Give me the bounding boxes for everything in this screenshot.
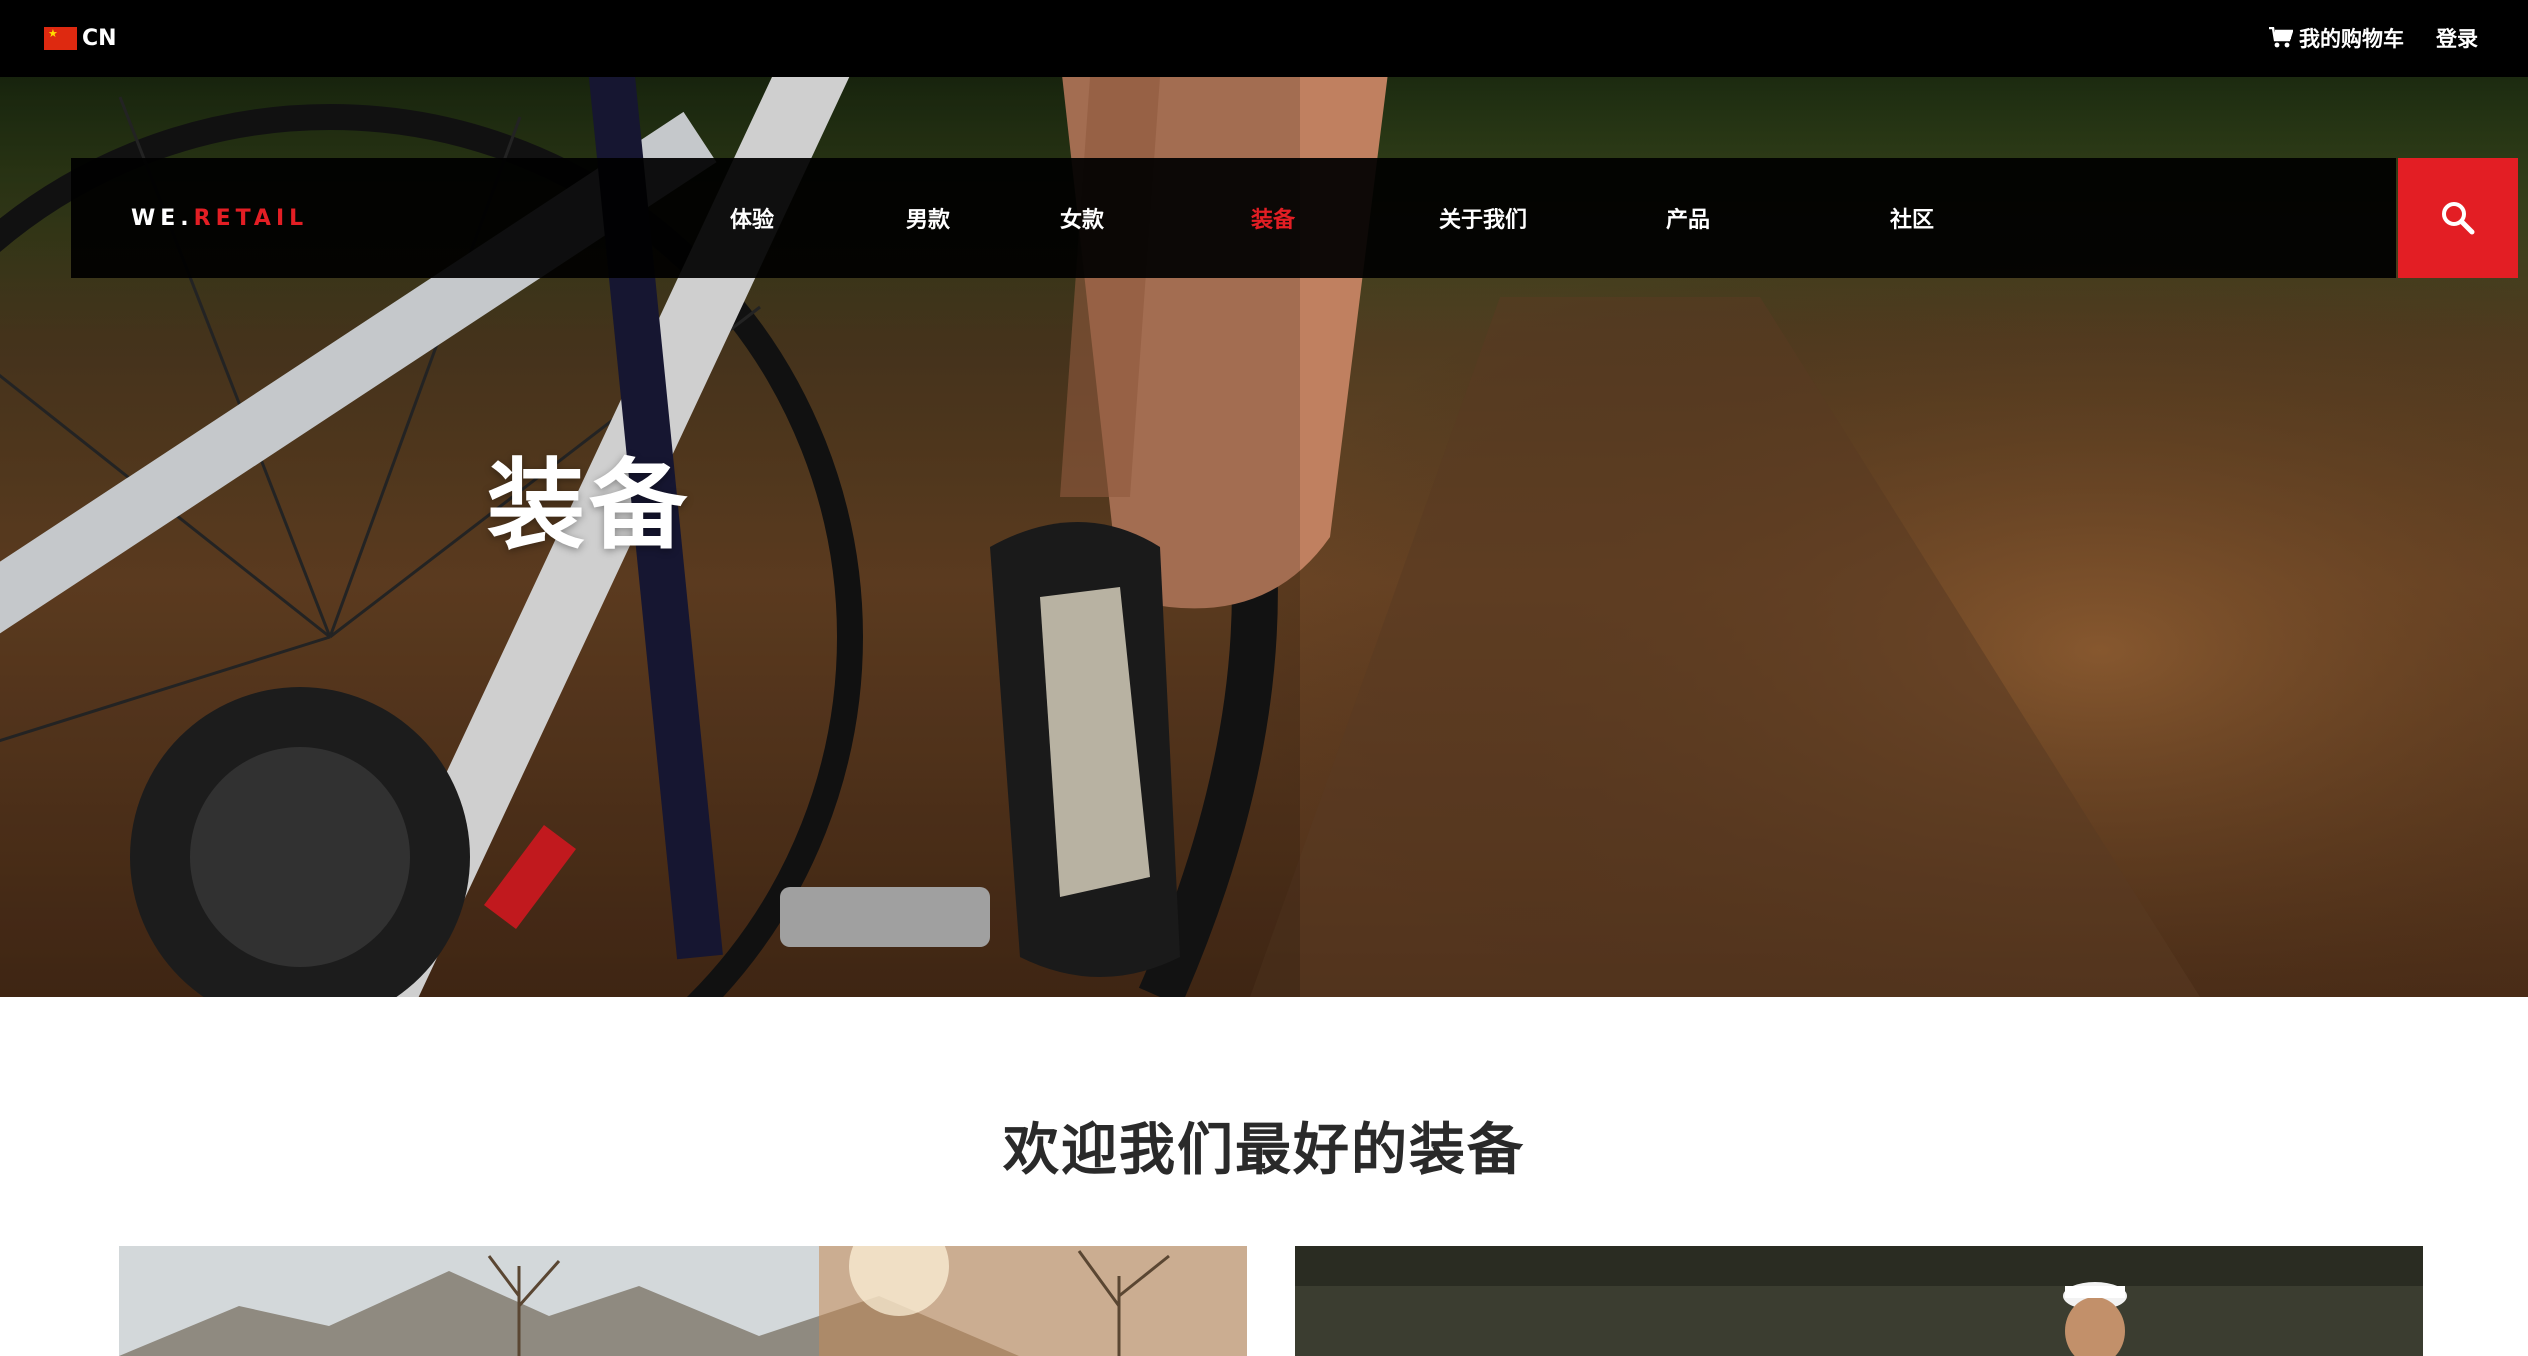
- shopping-cart-icon: [2269, 27, 2293, 48]
- section-title: 欢迎我们最好的装备: [1003, 1118, 1525, 1183]
- language-selector[interactable]: ★ CN: [44, 22, 117, 54]
- search-icon: [2442, 202, 2475, 235]
- login-link[interactable]: 登录: [2436, 23, 2478, 53]
- logo-suffix: RETAIL: [193, 205, 309, 231]
- nav-item-community[interactable]: 社区: [1890, 158, 1934, 278]
- nav-item-products[interactable]: 产品: [1666, 158, 1710, 278]
- hero-title: 装备: [487, 449, 692, 563]
- we-retail-logo[interactable]: WE. RETAIL: [131, 158, 308, 278]
- china-flag-icon: ★: [44, 26, 77, 50]
- nav-item-women[interactable]: 女款: [1060, 158, 1104, 278]
- language-code: CN: [82, 25, 117, 51]
- nav-item-men[interactable]: 男款: [906, 158, 950, 278]
- card-image-runner: [1295, 1246, 2423, 1356]
- equipment-card-2[interactable]: [1295, 1246, 2423, 1356]
- logo-prefix: WE.: [131, 205, 194, 231]
- card-image-mountain: [119, 1246, 1247, 1356]
- cart-link[interactable]: 我的购物车: [2269, 23, 2404, 53]
- main-navbar: WE. RETAIL 体验 男款 女款 装备 关于我们 产品 社区: [71, 158, 2396, 278]
- nav-item-about-us[interactable]: 关于我们: [1439, 158, 1527, 278]
- equipment-card-1[interactable]: [119, 1246, 1247, 1356]
- utility-links: 我的购物车 登录: [2269, 22, 2478, 54]
- login-label: 登录: [2436, 27, 2478, 51]
- search-button[interactable]: [2398, 158, 2518, 278]
- hero-banner: WE. RETAIL 体验 男款 女款 装备 关于我们 产品 社区 装备: [0, 77, 2528, 997]
- nav-item-equipment[interactable]: 装备: [1251, 158, 1295, 278]
- top-utility-bar: ★ CN 我的购物车 登录: [0, 0, 2528, 77]
- nav-item-experience[interactable]: 体验: [730, 158, 774, 278]
- cart-label: 我的购物车: [2299, 27, 2404, 51]
